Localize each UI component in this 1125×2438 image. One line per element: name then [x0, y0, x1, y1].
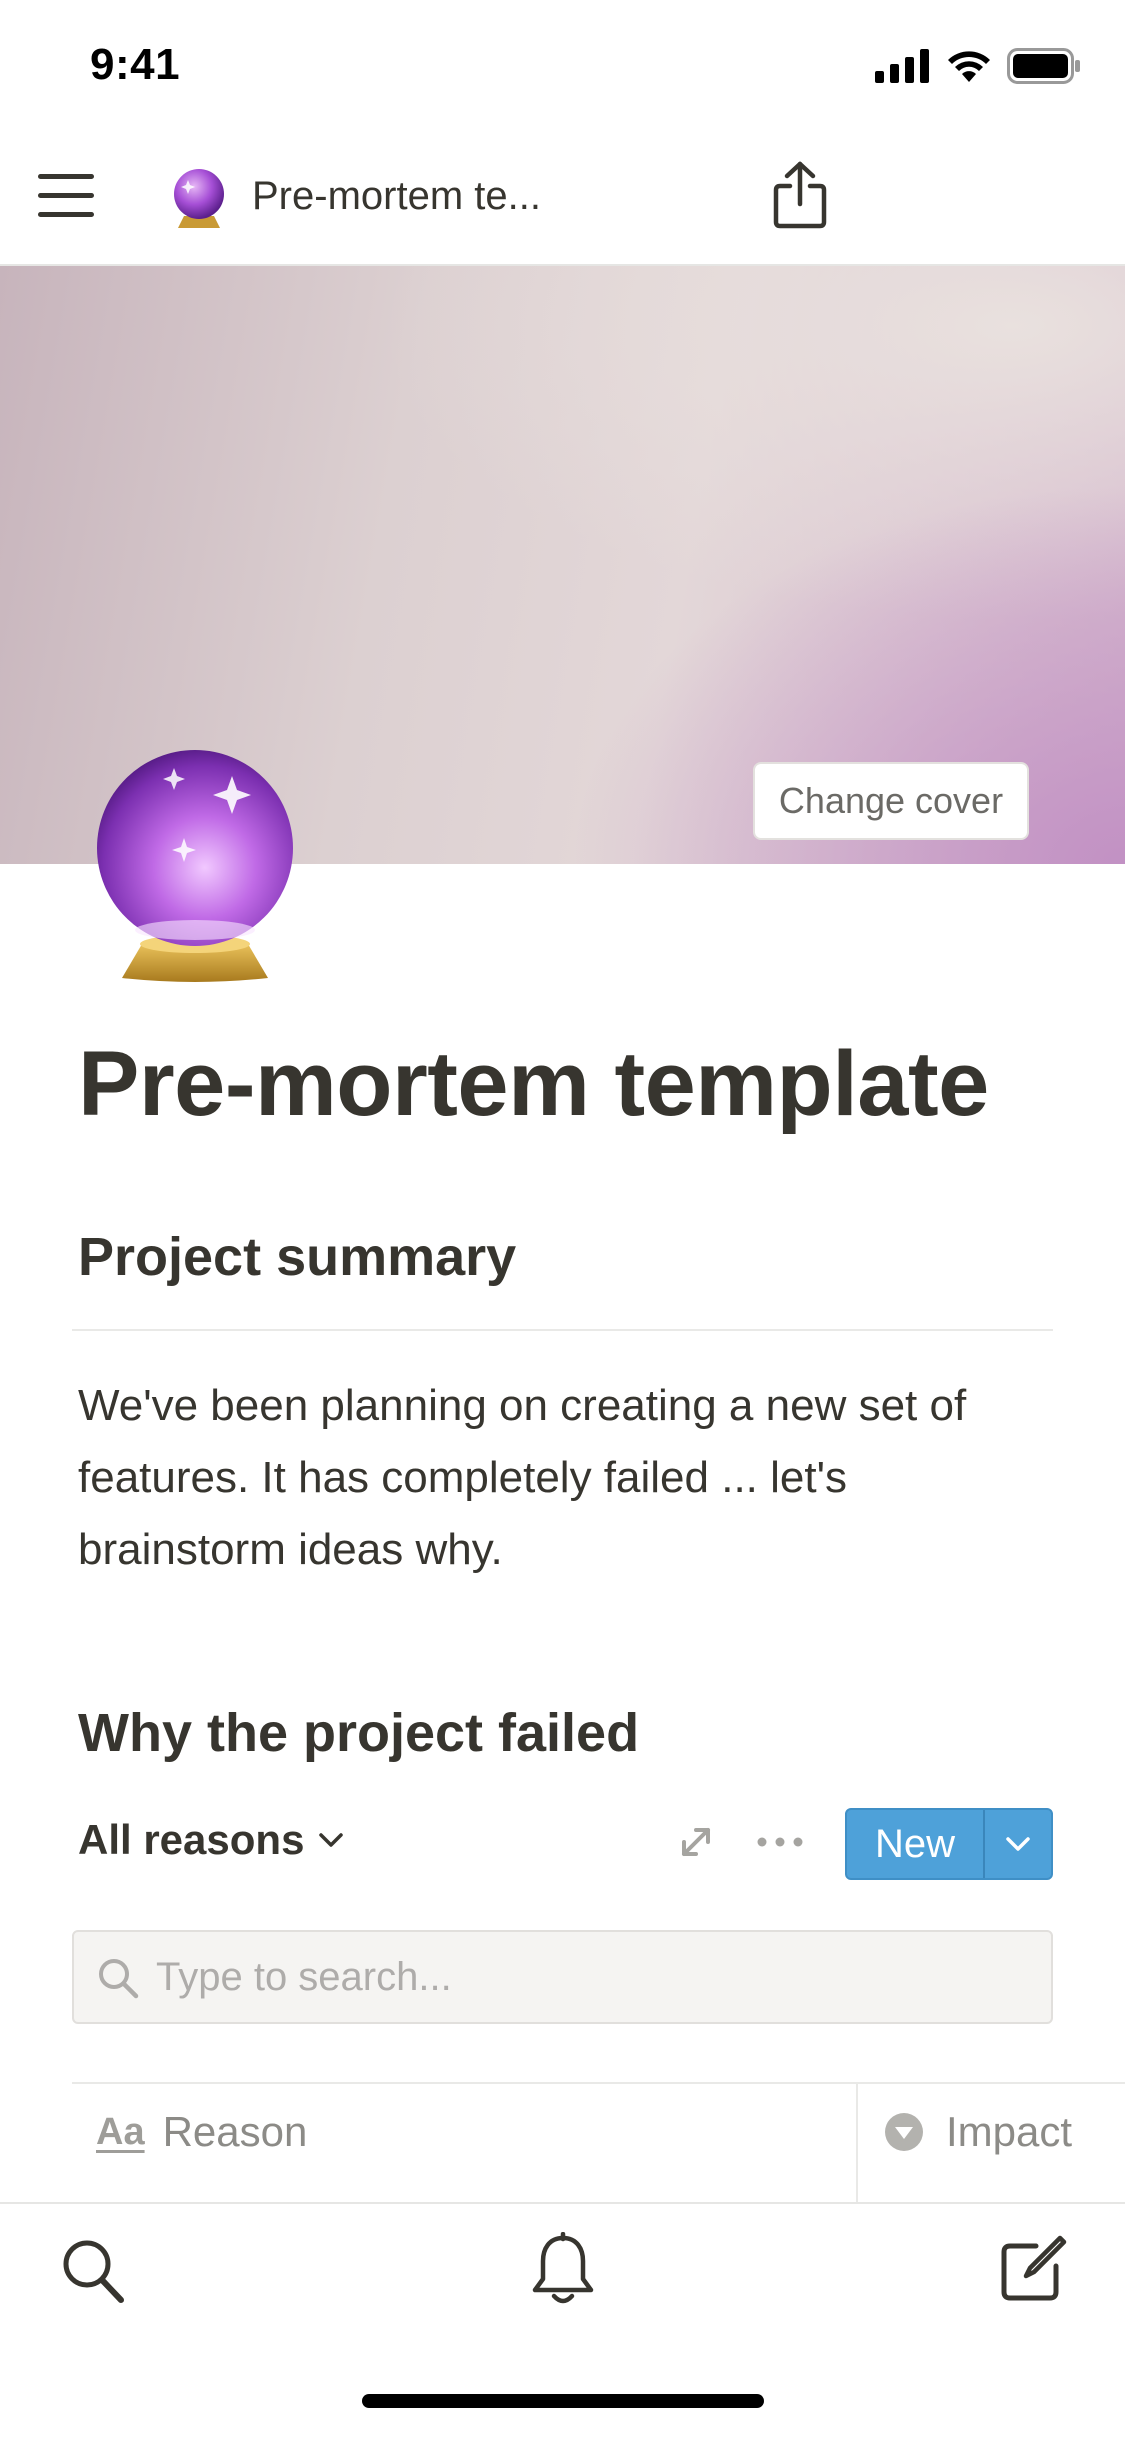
- breadcrumb[interactable]: Pre-mortem te...: [252, 174, 541, 219]
- heading-divider: [72, 1329, 1053, 1331]
- search-icon: [96, 1956, 140, 2000]
- status-icons: [875, 48, 1081, 84]
- new-dropdown-button[interactable]: [985, 1810, 1051, 1878]
- new-button[interactable]: New: [845, 1808, 1053, 1880]
- change-cover-button[interactable]: Change cover: [753, 762, 1029, 840]
- home-indicator: [362, 2394, 764, 2408]
- table-top-border: [72, 2082, 1125, 2084]
- search-placeholder[interactable]: Type to search...: [156, 1955, 452, 2000]
- column-label: Impact: [946, 2108, 1073, 2155]
- chevron-down-icon: [319, 1833, 344, 1847]
- column-header-impact[interactable]: Impact: [884, 2108, 1072, 2156]
- select-property-icon: [885, 2113, 923, 2151]
- heading-why-failed[interactable]: Why the project failed: [78, 1702, 639, 1764]
- column-separator: [856, 2084, 858, 2204]
- heading-project-summary[interactable]: Project summary: [78, 1226, 516, 1288]
- status-time: 9:41: [90, 40, 181, 89]
- crystal-ball-icon[interactable]: [92, 748, 298, 984]
- hamburger-menu-icon[interactable]: [38, 172, 94, 220]
- page-title[interactable]: Pre-mortem template: [78, 1032, 989, 1137]
- search-icon[interactable]: [60, 2236, 126, 2306]
- compose-icon[interactable]: [998, 2234, 1068, 2304]
- crystal-ball-icon: [168, 166, 230, 232]
- title-property-icon: Aa: [96, 2110, 145, 2153]
- bell-icon[interactable]: [530, 2231, 596, 2310]
- more-options-icon[interactable]: [756, 1830, 804, 1854]
- share-icon[interactable]: [770, 160, 830, 230]
- battery-icon: [1007, 48, 1080, 84]
- cellular-signal-icon: [875, 49, 929, 83]
- view-label: All reasons: [78, 1816, 305, 1863]
- column-header-reason[interactable]: Aa Reason: [96, 2108, 307, 2156]
- column-label: Reason: [162, 2108, 308, 2155]
- expand-icon[interactable]: [676, 1822, 716, 1862]
- chevron-down-icon: [1006, 1837, 1030, 1851]
- wifi-icon: [948, 51, 990, 82]
- summary-paragraph[interactable]: We've been planning on creating a new se…: [78, 1370, 1038, 1586]
- database-view-selector[interactable]: All reasons: [78, 1816, 344, 1864]
- new-button-label[interactable]: New: [847, 1810, 983, 1878]
